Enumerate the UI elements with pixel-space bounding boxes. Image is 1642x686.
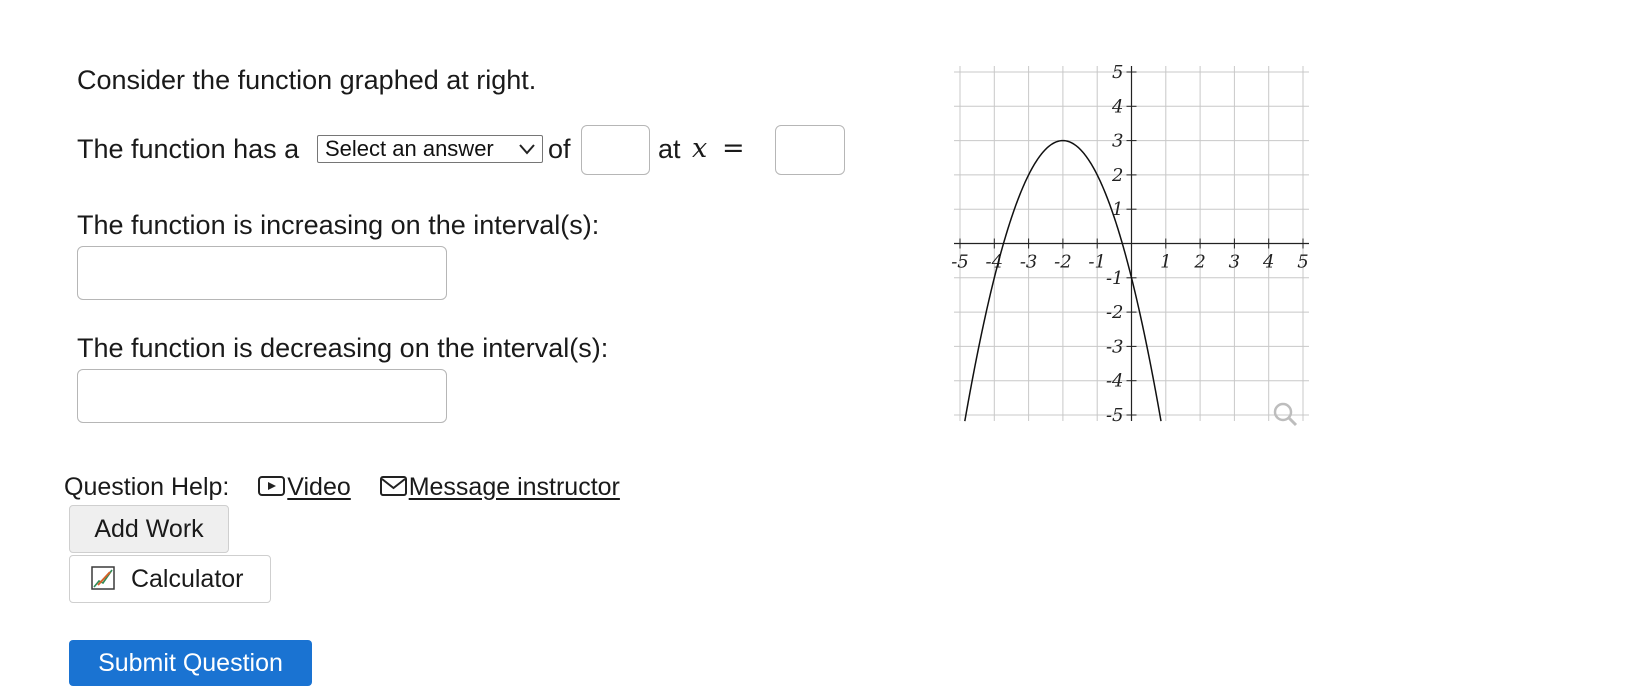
line1-variable: x bbox=[692, 133, 708, 164]
y-tick-label: 5 bbox=[1112, 64, 1123, 83]
x-tick-label: -2 bbox=[1054, 252, 1072, 273]
x-tick-label: 1 bbox=[1160, 252, 1171, 273]
increasing-label: The function is increasing on the interv… bbox=[77, 210, 600, 240]
function-graph: -5 -4 -3 -2 -1 1 2 3 4 554321-1-2-3-4-5 bbox=[951, 64, 1309, 427]
y-tick-label: -4 bbox=[1106, 371, 1124, 392]
video-link-label: Video bbox=[287, 473, 351, 501]
y-tick-label: 3 bbox=[1112, 131, 1123, 152]
question-help: Question Help: Video Message instructor bbox=[64, 472, 620, 502]
x-tick-label: 5 bbox=[1297, 252, 1308, 273]
line1-prefix: The function has a bbox=[77, 134, 300, 164]
y-tick-label: -5 bbox=[1106, 405, 1124, 426]
select-value: Select an answer bbox=[325, 136, 494, 161]
decreasing-label: The function is decreasing on the interv… bbox=[77, 333, 609, 363]
submit-question-label: Submit Question bbox=[98, 649, 283, 677]
add-work-button[interactable]: Add Work bbox=[69, 505, 229, 553]
video-play-icon bbox=[258, 476, 286, 496]
x-tick-label: 3 bbox=[1229, 252, 1240, 273]
calculator-label: Calculator bbox=[130, 565, 244, 593]
calculator-button[interactable]: Calculator bbox=[69, 555, 271, 603]
extremum-value-input[interactable] bbox=[581, 125, 650, 175]
message-instructor-label: Message instructor bbox=[408, 473, 620, 501]
video-link[interactable]: Video bbox=[257, 473, 357, 501]
message-instructor-link[interactable]: Message instructor bbox=[379, 473, 620, 501]
extremum-type-select[interactable]: Select an answer bbox=[317, 135, 543, 163]
y-tick-label: -3 bbox=[1106, 336, 1124, 357]
question-help-label: Question Help: bbox=[64, 473, 230, 501]
x-tick-label: -5 bbox=[951, 252, 969, 273]
x-tick-label: 2 bbox=[1193, 252, 1205, 273]
submit-question-button[interactable]: Submit Question bbox=[69, 640, 312, 686]
y-tick-label: -1 bbox=[1106, 268, 1124, 289]
x-tick-label: -1 bbox=[1088, 252, 1106, 273]
line1-of: of bbox=[548, 134, 571, 164]
increasing-intervals-input[interactable] bbox=[77, 246, 447, 300]
y-tick-label: 4 bbox=[1111, 96, 1123, 117]
y-tick-label: 2 bbox=[1111, 165, 1123, 186]
x-tick-label: -3 bbox=[1020, 252, 1038, 273]
calculator-pencil-icon bbox=[91, 566, 115, 590]
extremum-x-input[interactable] bbox=[775, 125, 845, 175]
add-work-label: Add Work bbox=[94, 515, 204, 543]
line1-equals: = bbox=[722, 133, 745, 164]
decreasing-intervals-input[interactable] bbox=[77, 369, 447, 423]
chevron-down-icon bbox=[519, 144, 535, 155]
line1-at: at bbox=[658, 134, 681, 164]
question-intro: Consider the function graphed at right. bbox=[77, 65, 537, 95]
x-tick-label: 4 bbox=[1262, 252, 1274, 273]
y-tick-label: -2 bbox=[1106, 302, 1124, 323]
envelope-icon bbox=[379, 476, 407, 496]
